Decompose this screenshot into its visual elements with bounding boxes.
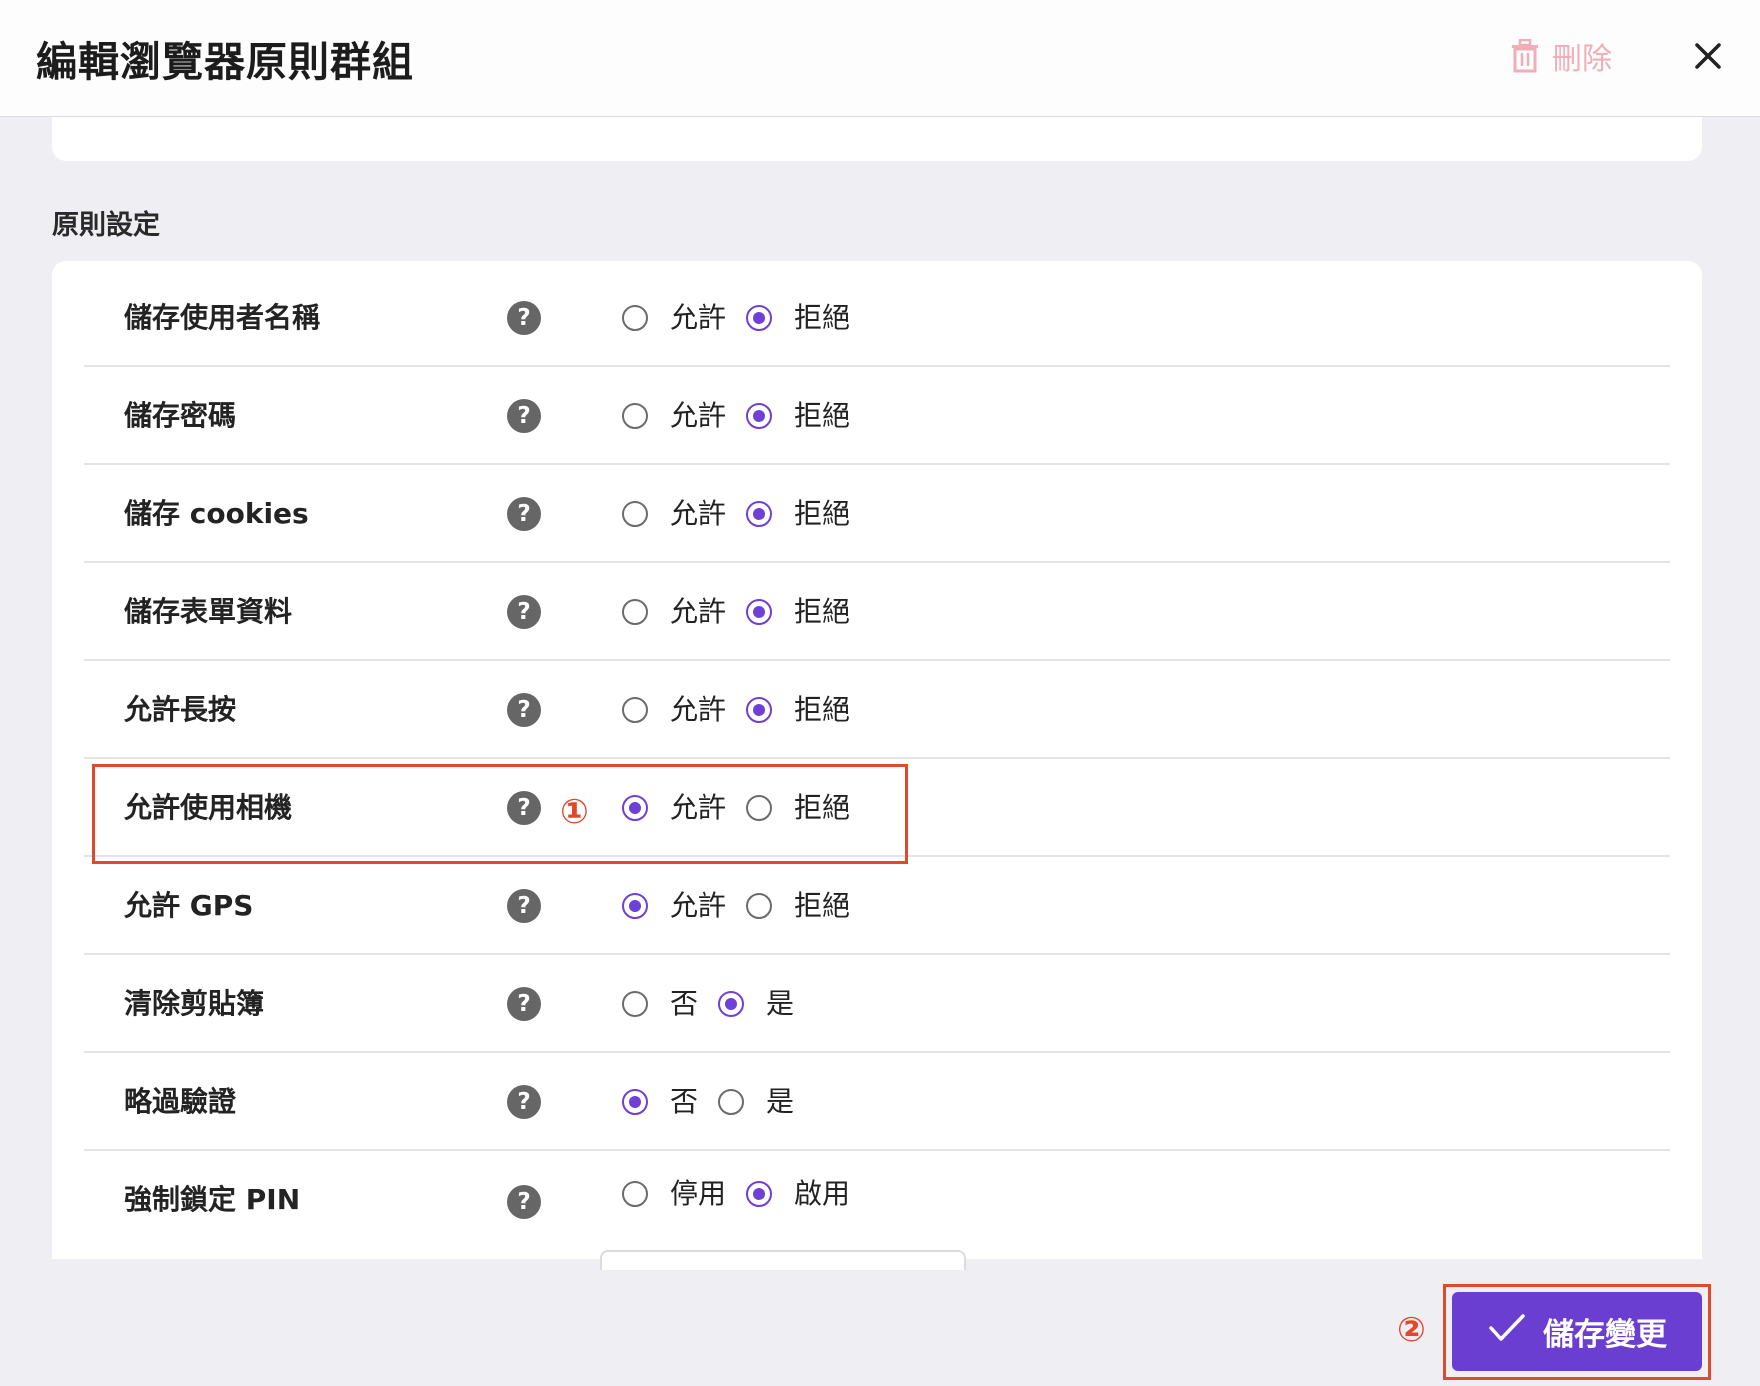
setting-row: 清除剪貼簿? 否 是 [84, 955, 1670, 1053]
radio-option-2[interactable] [746, 305, 772, 331]
setting-row: 略過驗證? 否 是 [84, 1053, 1670, 1151]
help-icon[interactable]: ? [507, 987, 541, 1021]
dialog-header: 編輯瀏覽器原則群組 刪除 [0, 0, 1760, 117]
setting-label: 允許 GPS [124, 889, 254, 922]
radio-option-label[interactable]: 拒絕 [794, 595, 850, 629]
help-icon[interactable]: ? [507, 693, 541, 727]
setting-row: 儲存表單資料? 允許 拒絕 [84, 563, 1670, 661]
radio-option-1[interactable] [622, 991, 648, 1017]
trash-icon [1510, 39, 1540, 73]
radio-option-2[interactable] [746, 501, 772, 527]
radio-option-label[interactable]: 拒絕 [794, 889, 850, 923]
previous-section-card [52, 117, 1702, 161]
setting-label: 強制鎖定 PIN [124, 1183, 301, 1216]
radio-option-2[interactable] [746, 1181, 772, 1207]
radio-option-1[interactable] [622, 305, 648, 331]
help-icon[interactable]: ? [507, 595, 541, 629]
radio-option-label[interactable]: 拒絕 [794, 301, 850, 335]
close-icon[interactable] [1688, 36, 1728, 76]
step-1-marker: ① [560, 792, 589, 832]
radio-option-label[interactable]: 拒絕 [794, 693, 850, 727]
help-icon[interactable]: ? [507, 301, 541, 335]
help-icon[interactable]: ? [507, 1185, 541, 1219]
setting-label: 儲存使用者名稱 [124, 301, 321, 334]
save-label: 儲存變更 [1543, 1317, 1667, 1353]
save-changes-button[interactable]: 儲存變更 [1452, 1292, 1702, 1371]
radio-option-label[interactable]: 允許 [670, 889, 726, 923]
radio-option-2[interactable] [718, 1089, 744, 1115]
radio-option-1[interactable] [622, 1089, 648, 1115]
step-2-marker: ② [1397, 1310, 1426, 1350]
setting-row: 儲存使用者名稱? 允許 拒絕 [84, 269, 1670, 367]
radio-option-label[interactable]: 是 [766, 1085, 794, 1119]
radio-option-1[interactable] [622, 501, 648, 527]
setting-label: 儲存表單資料 [124, 595, 293, 628]
setting-label: 略過驗證 [124, 1085, 237, 1118]
camera-row-highlight [92, 764, 908, 864]
radio-option-label[interactable]: 允許 [670, 693, 726, 727]
radio-option-2[interactable] [718, 991, 744, 1017]
radio-option-label[interactable]: 允許 [670, 399, 726, 433]
radio-option-label[interactable]: 否 [670, 987, 698, 1021]
setting-row: 儲存密碼? 允許 拒絕 [84, 367, 1670, 465]
radio-option-1[interactable] [622, 599, 648, 625]
radio-option-label[interactable]: 是 [766, 987, 794, 1021]
page-title: 編輯瀏覽器原則群組 [36, 38, 414, 86]
radio-option-2[interactable] [746, 697, 772, 723]
radio-option-1[interactable] [622, 697, 648, 723]
radio-option-1[interactable] [622, 403, 648, 429]
setting-label: 儲存密碼 [124, 399, 237, 432]
help-icon[interactable]: ? [507, 889, 541, 923]
section-title: 原則設定 [52, 210, 160, 241]
setting-row: 儲存 cookies? 允許 拒絕 [84, 465, 1670, 563]
help-icon[interactable]: ? [507, 497, 541, 531]
setting-label: 清除剪貼簿 [124, 987, 265, 1020]
policy-settings-card: 儲存使用者名稱? 允許 拒絕 儲存密碼? 允許 拒絕 儲存 cookies? 允許 拒絕 儲存表單… [52, 261, 1702, 1259]
radio-option-2[interactable] [746, 403, 772, 429]
radio-option-2[interactable] [746, 599, 772, 625]
radio-option-2[interactable] [746, 893, 772, 919]
radio-option-label[interactable]: 允許 [670, 301, 726, 335]
setting-row: 允許長按? 允許 拒絕 [84, 661, 1670, 759]
radio-option-label[interactable]: 拒絕 [794, 497, 850, 531]
checkmark-icon [1487, 1312, 1527, 1352]
radio-option-1[interactable] [622, 1181, 648, 1207]
help-icon[interactable]: ? [507, 399, 541, 433]
help-icon[interactable]: ? [507, 1085, 541, 1119]
setting-label: 允許長按 [124, 693, 237, 726]
radio-option-label[interactable]: 啟用 [794, 1177, 850, 1211]
radio-option-label[interactable]: 允許 [670, 595, 726, 629]
setting-row: 允許 GPS? 允許 拒絕 [84, 857, 1670, 955]
delete-button[interactable]: 刪除 [1510, 34, 1612, 78]
delete-label: 刪除 [1552, 42, 1612, 77]
setting-row: 強制鎖定 PIN? 停用 啟用 [84, 1151, 1670, 1249]
radio-option-label[interactable]: 停用 [670, 1177, 726, 1211]
pin-timeout-select[interactable] [600, 1250, 966, 1270]
setting-label: 儲存 cookies [124, 497, 309, 530]
radio-option-label[interactable]: 允許 [670, 497, 726, 531]
radio-option-label[interactable]: 拒絕 [794, 399, 850, 433]
radio-option-label[interactable]: 否 [670, 1085, 698, 1119]
radio-option-1[interactable] [622, 893, 648, 919]
